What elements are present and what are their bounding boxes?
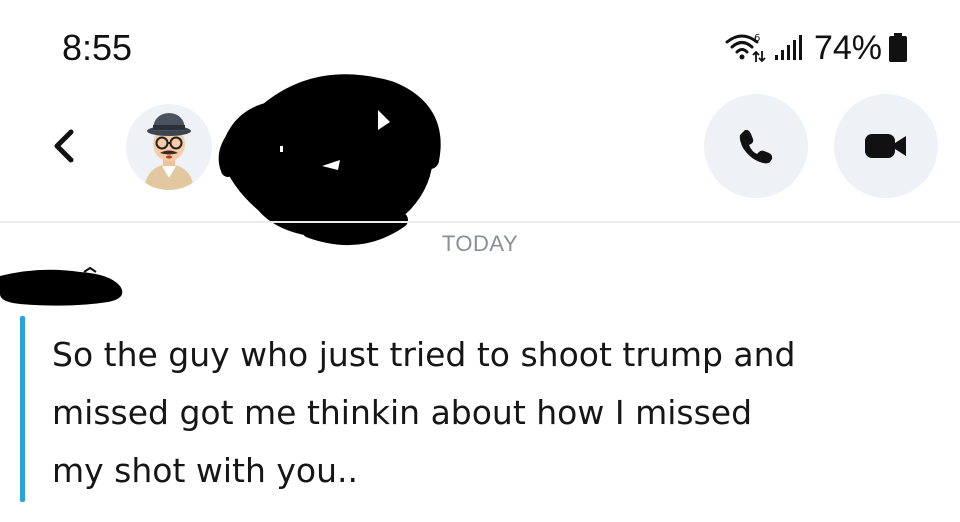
header-divider — [0, 221, 960, 223]
status-icons: 6 74% — [724, 26, 908, 70]
phone-icon — [739, 129, 773, 164]
battery-icon — [889, 33, 907, 62]
signal-icon — [774, 35, 802, 60]
svg-text:6: 6 — [754, 33, 760, 44]
chevron-left-icon — [54, 129, 74, 163]
video-call-button[interactable] — [834, 94, 938, 198]
chat-message[interactable]: So the guy who just tried to shoot trump… — [52, 326, 942, 500]
wifi-icon: 6 — [725, 33, 766, 63]
redacted-contact-name — [218, 74, 441, 246]
back-button[interactable] — [36, 118, 92, 174]
voice-call-button[interactable] — [704, 94, 808, 198]
video-camera-icon — [865, 134, 906, 158]
message-sender-bar — [20, 316, 25, 502]
detective-avatar-icon — [144, 113, 194, 190]
redacted-sender-name — [0, 266, 123, 306]
battery-percent: 74% — [813, 29, 882, 67]
day-label: TODAY — [441, 231, 519, 256]
status-time: 8:55 — [62, 27, 133, 68]
avatar[interactable] — [126, 104, 212, 190]
